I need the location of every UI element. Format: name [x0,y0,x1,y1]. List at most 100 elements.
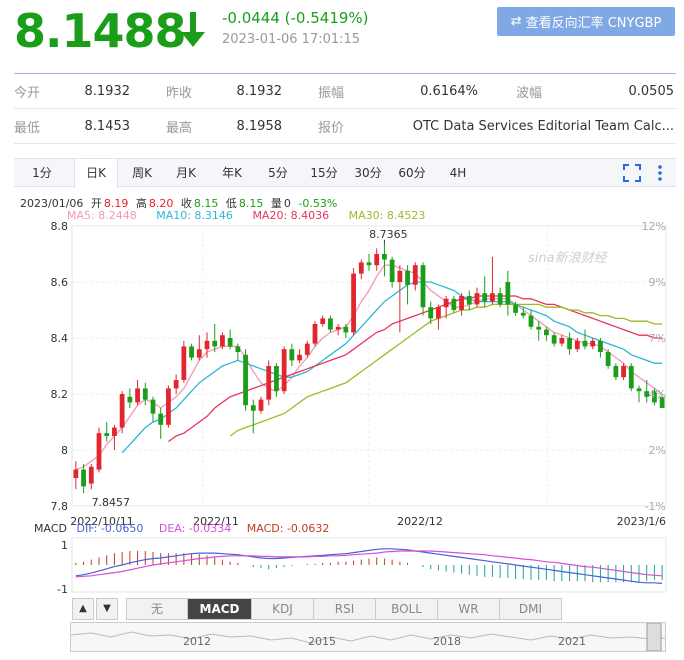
candle-body [204,340,210,350]
candle-body [220,335,225,347]
candle-body [374,254,380,266]
candle-body [497,293,503,305]
current-price: 8.1488 [14,4,187,58]
candle-body [358,262,364,274]
candle-body [366,262,372,266]
period-tabs: 1分 日K 周K 月K 年K 5分 15分 30分 60分 4H [14,158,676,188]
indicator-tab-none[interactable]: 无 [126,598,188,620]
stats-value: 8.1932 [236,83,283,99]
more-menu-icon[interactable] [651,164,669,182]
stats-row: 最低 8.1453 最高 8.1958 报价 OTC Data Services… [14,109,676,144]
candle-body [420,265,426,308]
candle-body [405,270,410,285]
candle-body [351,273,356,333]
kline-chart[interactable]: sina新浪财经 8.8 8.6 8.4 8.2 8 7.8 12% 9% 7% 4% 2% -1% 2… [0,220,684,600]
timeline-year: 2015 [308,635,336,648]
candle-body [166,388,171,425]
macd-value-legend: MACD: -0.0632 [246,522,330,535]
candle-body [505,282,511,305]
quote-datetime: 2023-01-06 17:01:15 [222,32,361,47]
y-tick-label: 8.6 [51,276,69,289]
stats-row: 今开 8.1932 昨收 8.1932 振幅 0.6164% 波幅 0.0505 [14,74,676,109]
macd-y-tick: -1 [57,583,68,596]
pct-tick-label: 9% [649,276,666,289]
ma10-line [121,281,663,454]
candle-body [605,352,611,366]
stats-label: 最低 [14,120,41,136]
candle-body [73,469,79,478]
candle-body [474,293,480,305]
stats-table: 今开 8.1932 昨收 8.1932 振幅 0.6164% 波幅 0.0505… [14,73,676,144]
candle-body [88,466,94,484]
candle-body [536,326,542,330]
tab-5min[interactable]: 5分 [256,159,300,187]
indicator-tab-macd[interactable]: MACD [188,598,252,620]
candle-body [158,413,164,425]
ma30-line [229,303,663,437]
y-tick-label: 8 [61,444,68,457]
candle-body [258,399,264,411]
indicator-tab-wr[interactable]: WR [438,598,500,620]
candle-body [466,296,472,305]
timeline-navigator[interactable]: 2012 2015 2018 2021 [70,622,666,652]
stats-label: 波幅 [516,85,543,101]
swap-icon: ⇄ [510,14,522,29]
tab-30min[interactable]: 30分 [346,159,390,187]
tab-60min[interactable]: 60分 [390,159,434,187]
stats-value: 0.6164% [420,83,478,99]
candle-body [297,354,302,361]
fullscreen-icon[interactable] [623,164,641,182]
macd-y-tick: 1 [61,539,68,552]
candle-body [104,433,110,436]
tab-yearly-k[interactable]: 年K [210,159,254,187]
candle-body [544,329,549,336]
candle-body [613,366,619,378]
stats-value: 0.0505 [628,83,675,99]
candle-body [443,298,449,308]
tab-15min[interactable]: 15分 [302,159,346,187]
dif-legend: DIF: -0.0650 [76,522,144,535]
tab-daily-k[interactable]: 日K [74,159,118,188]
candle-body [142,388,148,400]
scroll-down-button[interactable]: ▼ [96,598,118,620]
candle-body [459,296,464,310]
indicator-tabs: ▲ ▼ 无 MACD KDJ RSI BOLL WR DMI [72,598,562,620]
tab-1min[interactable]: 1分 [20,159,64,187]
macd-legend-title: MACD [34,522,67,535]
candle-body [289,349,295,361]
stats-value: 8.1958 [236,118,283,134]
reverse-rate-button[interactable]: ⇄ 查看反向汇率 CNYGBP [497,7,675,36]
candle-body [621,366,626,378]
x-tick-label: 2022/12 [397,515,443,528]
candle-body [636,388,642,392]
indicator-tab-rsi[interactable]: RSI [314,598,376,620]
candle-body [96,433,102,470]
pct-tick-label: 12% [642,220,666,233]
indicator-tab-kdj[interactable]: KDJ [252,598,314,620]
x-tick-label: 2023/1/6 [617,515,666,528]
pct-tick-label: 4% [649,388,666,401]
tab-4h[interactable]: 4H [436,159,480,187]
timeline-handle[interactable] [646,623,662,651]
candle-body [196,349,202,358]
y-tick-label: 7.8 [51,500,69,513]
tab-weekly-k[interactable]: 周K [120,159,164,187]
min-price-label: 7.8457 [92,496,131,509]
stats-label: 报价 [318,120,345,136]
candle-body [112,427,117,436]
tab-monthly-k[interactable]: 月K [164,159,208,187]
stats-label: 今开 [14,85,41,101]
indicator-tab-dmi[interactable]: DMI [500,598,562,620]
stats-value: 8.1932 [84,83,131,99]
candle-body [181,346,187,380]
candle-body [281,349,287,392]
scroll-up-button[interactable]: ▲ [72,598,94,620]
candle-body [274,366,279,392]
candle-body [412,265,418,285]
indicator-tab-boll[interactable]: BOLL [376,598,438,620]
candle-body [235,346,241,352]
reverse-rate-label: 查看反向汇率 CNYGBP [525,16,662,31]
candle-body [574,340,580,350]
candle-body [343,326,349,333]
candle-body [81,469,86,487]
